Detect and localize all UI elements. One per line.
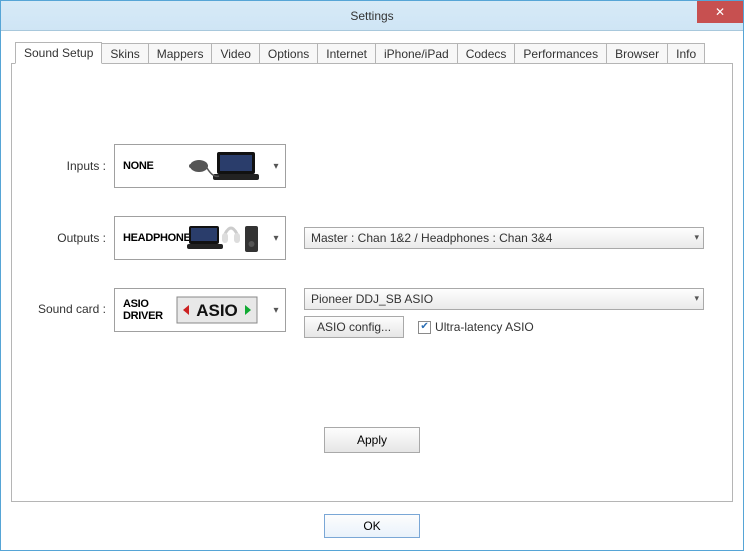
outputs-graphic <box>181 217 267 259</box>
row-inputs: Inputs : NONE ▾ <box>36 144 708 188</box>
outputs-dropdown[interactable]: HEADPHONES ▾ <box>114 216 286 260</box>
window-title: Settings <box>1 9 743 23</box>
tab-performances[interactable]: Performances <box>514 43 607 64</box>
soundcard-device-dropdown[interactable]: Pioneer DDJ_SB ASIO ▾ <box>304 288 704 310</box>
inputs-graphic <box>181 145 267 187</box>
tab-label: Mappers <box>157 47 204 61</box>
mic-laptop-icon <box>187 148 261 184</box>
chevron-down-icon: ▾ <box>694 293 699 304</box>
tab-label: Browser <box>615 47 659 61</box>
ultra-latency-label: Ultra-latency ASIO <box>435 320 534 334</box>
tab-panel-sound-setup: Inputs : NONE ▾ <box>11 63 733 502</box>
inputs-dropdown[interactable]: NONE ▾ <box>114 144 286 188</box>
chevron-down-icon: ▾ <box>267 161 285 172</box>
soundcard-graphic: ASIO <box>167 289 267 331</box>
soundcard-device-value: Pioneer DDJ_SB ASIO <box>311 292 433 306</box>
ok-label: OK <box>363 519 380 533</box>
tab-label: Codecs <box>466 47 507 61</box>
soundcard-right: Pioneer DDJ_SB ASIO ▾ ASIO config... ✔ U… <box>304 288 704 338</box>
outputs-right: Master : Chan 1&2 / Headphones : Chan 3&… <box>304 227 704 249</box>
tab-video[interactable]: Video <box>211 43 259 64</box>
tab-browser[interactable]: Browser <box>606 43 668 64</box>
soundcard-label: Sound card : <box>36 288 114 316</box>
check-icon: ✔ <box>420 322 428 332</box>
apply-label: Apply <box>357 433 387 447</box>
outputs-label: Outputs : <box>36 231 114 245</box>
outputs-value: HEADPHONES <box>115 232 181 244</box>
tabs: Sound Setup Skins Mappers Video Options … <box>15 41 733 63</box>
tab-label: Sound Setup <box>24 46 93 60</box>
tab-label: iPhone/iPad <box>384 47 449 61</box>
tab-label: Options <box>268 47 309 61</box>
soundcard-dropdown[interactable]: ASIO DRIVER ASIO ▾ <box>114 288 286 332</box>
tab-codecs[interactable]: Codecs <box>457 43 516 64</box>
row-outputs: Outputs : HEADPHONES <box>36 216 708 260</box>
ultra-latency-checkbox[interactable]: ✔ Ultra-latency ASIO <box>418 320 534 334</box>
chevron-down-icon: ▾ <box>267 305 285 316</box>
tab-sound-setup[interactable]: Sound Setup <box>15 42 102 64</box>
client-area: Sound Setup Skins Mappers Video Options … <box>1 31 743 550</box>
soundcard-value: ASIO DRIVER <box>115 298 167 322</box>
tab-iphone-ipad[interactable]: iPhone/iPad <box>375 43 458 64</box>
chevron-down-icon: ▾ <box>694 232 699 243</box>
soundcard-subrow: ASIO config... ✔ Ultra-latency ASIO <box>304 316 704 338</box>
close-button[interactable]: ✕ <box>697 1 743 23</box>
inputs-label: Inputs : <box>36 159 114 173</box>
titlebar: Settings ✕ <box>1 1 743 31</box>
inputs-value: NONE <box>115 160 181 172</box>
asio-config-label: ASIO config... <box>317 320 391 334</box>
row-soundcard: Sound card : ASIO DRIVER ASIO ▾ <box>36 288 708 338</box>
ok-bar: OK <box>11 502 733 550</box>
asio-config-button[interactable]: ASIO config... <box>304 316 404 338</box>
svg-text:ASIO: ASIO <box>196 301 238 320</box>
asio-logo-icon: ASIO <box>175 295 259 325</box>
settings-window: Settings ✕ Sound Setup Skins Mappers Vid… <box>0 0 744 551</box>
output-channels-value: Master : Chan 1&2 / Headphones : Chan 3&… <box>311 231 552 245</box>
ok-button[interactable]: OK <box>324 514 420 538</box>
tab-label: Info <box>676 47 696 61</box>
output-channels-dropdown[interactable]: Master : Chan 1&2 / Headphones : Chan 3&… <box>304 227 704 249</box>
tab-mappers[interactable]: Mappers <box>148 43 213 64</box>
close-icon: ✕ <box>715 6 725 18</box>
tab-skins[interactable]: Skins <box>101 43 148 64</box>
headphones-laptop-speaker-icon <box>187 220 261 256</box>
tab-info[interactable]: Info <box>667 43 705 64</box>
tab-label: Performances <box>523 47 598 61</box>
apply-button[interactable]: Apply <box>324 427 420 453</box>
tab-internet[interactable]: Internet <box>317 43 376 64</box>
tab-label: Video <box>220 47 250 61</box>
checkbox-box: ✔ <box>418 321 431 334</box>
tab-label: Internet <box>326 47 367 61</box>
tab-options[interactable]: Options <box>259 43 318 64</box>
tab-label: Skins <box>110 47 139 61</box>
chevron-down-icon: ▾ <box>267 233 285 244</box>
apply-row: Apply <box>12 427 732 453</box>
